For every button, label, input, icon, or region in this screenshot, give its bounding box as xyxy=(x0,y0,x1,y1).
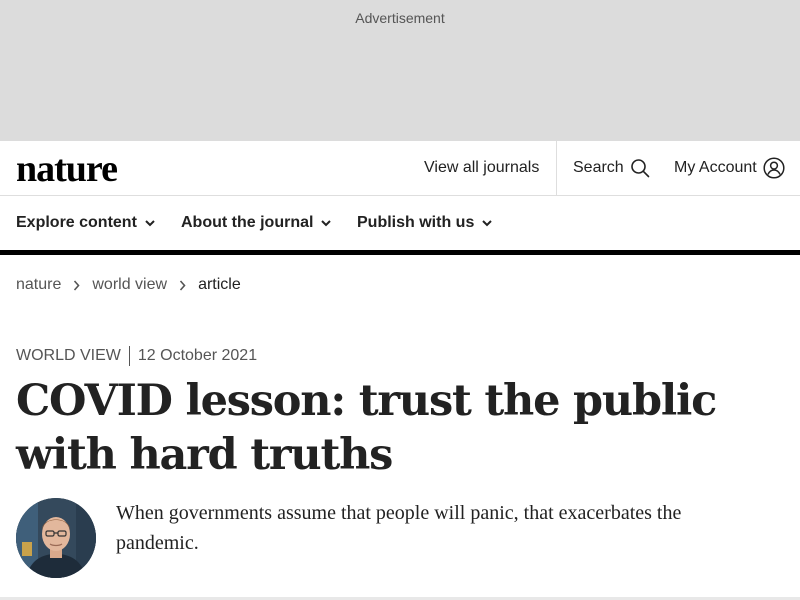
my-account-label: My Account xyxy=(674,159,757,176)
breadcrumb: nature world view article xyxy=(16,274,241,296)
breadcrumb-article: article xyxy=(198,276,241,293)
article-meta: World View 12 October 2021 xyxy=(16,345,257,367)
nature-logo[interactable]: nature xyxy=(16,149,118,189)
account-icon xyxy=(763,157,785,179)
article-type[interactable]: World View xyxy=(16,346,130,366)
breadcrumb-nature[interactable]: nature xyxy=(16,276,61,294)
article-title: COVID lesson: trust the public with hard… xyxy=(16,376,717,480)
advertisement-banner: Advertisement xyxy=(0,0,800,141)
about-the-journal-label: About the journal xyxy=(181,214,314,231)
explore-content-menu[interactable]: Explore content xyxy=(16,196,155,250)
search-button[interactable]: Search xyxy=(573,141,650,195)
breadcrumb-world-view[interactable]: world view xyxy=(92,276,167,294)
chevron-right-icon xyxy=(179,279,186,291)
search-label: Search xyxy=(573,159,624,176)
header-black-bar xyxy=(0,250,800,255)
chevron-right-icon xyxy=(73,279,80,291)
view-all-journals-label: View all journals xyxy=(424,159,540,176)
author-avatar xyxy=(16,498,96,578)
header-divider xyxy=(556,141,557,195)
publish-with-us-menu[interactable]: Publish with us xyxy=(357,196,493,250)
chevron-down-icon xyxy=(321,220,332,227)
publish-with-us-label: Publish with us xyxy=(357,214,475,231)
journal-subnav: Explore content About the journal Publis… xyxy=(0,196,800,250)
search-icon xyxy=(630,159,650,178)
article-date: 12 October 2021 xyxy=(137,347,258,364)
article-standfirst: When governments assume that people will… xyxy=(116,502,682,554)
chevron-down-icon xyxy=(145,220,155,227)
chevron-down-icon xyxy=(482,220,493,227)
advertisement-label: Advertisement xyxy=(355,10,445,26)
view-all-journals-link[interactable]: View all journals xyxy=(424,141,539,195)
my-account-button[interactable]: My Account xyxy=(674,141,785,195)
site-header: nature View all journals Search My Accou… xyxy=(0,141,800,196)
explore-content-label: Explore content xyxy=(16,214,137,231)
about-the-journal-menu[interactable]: About the journal xyxy=(181,196,332,250)
